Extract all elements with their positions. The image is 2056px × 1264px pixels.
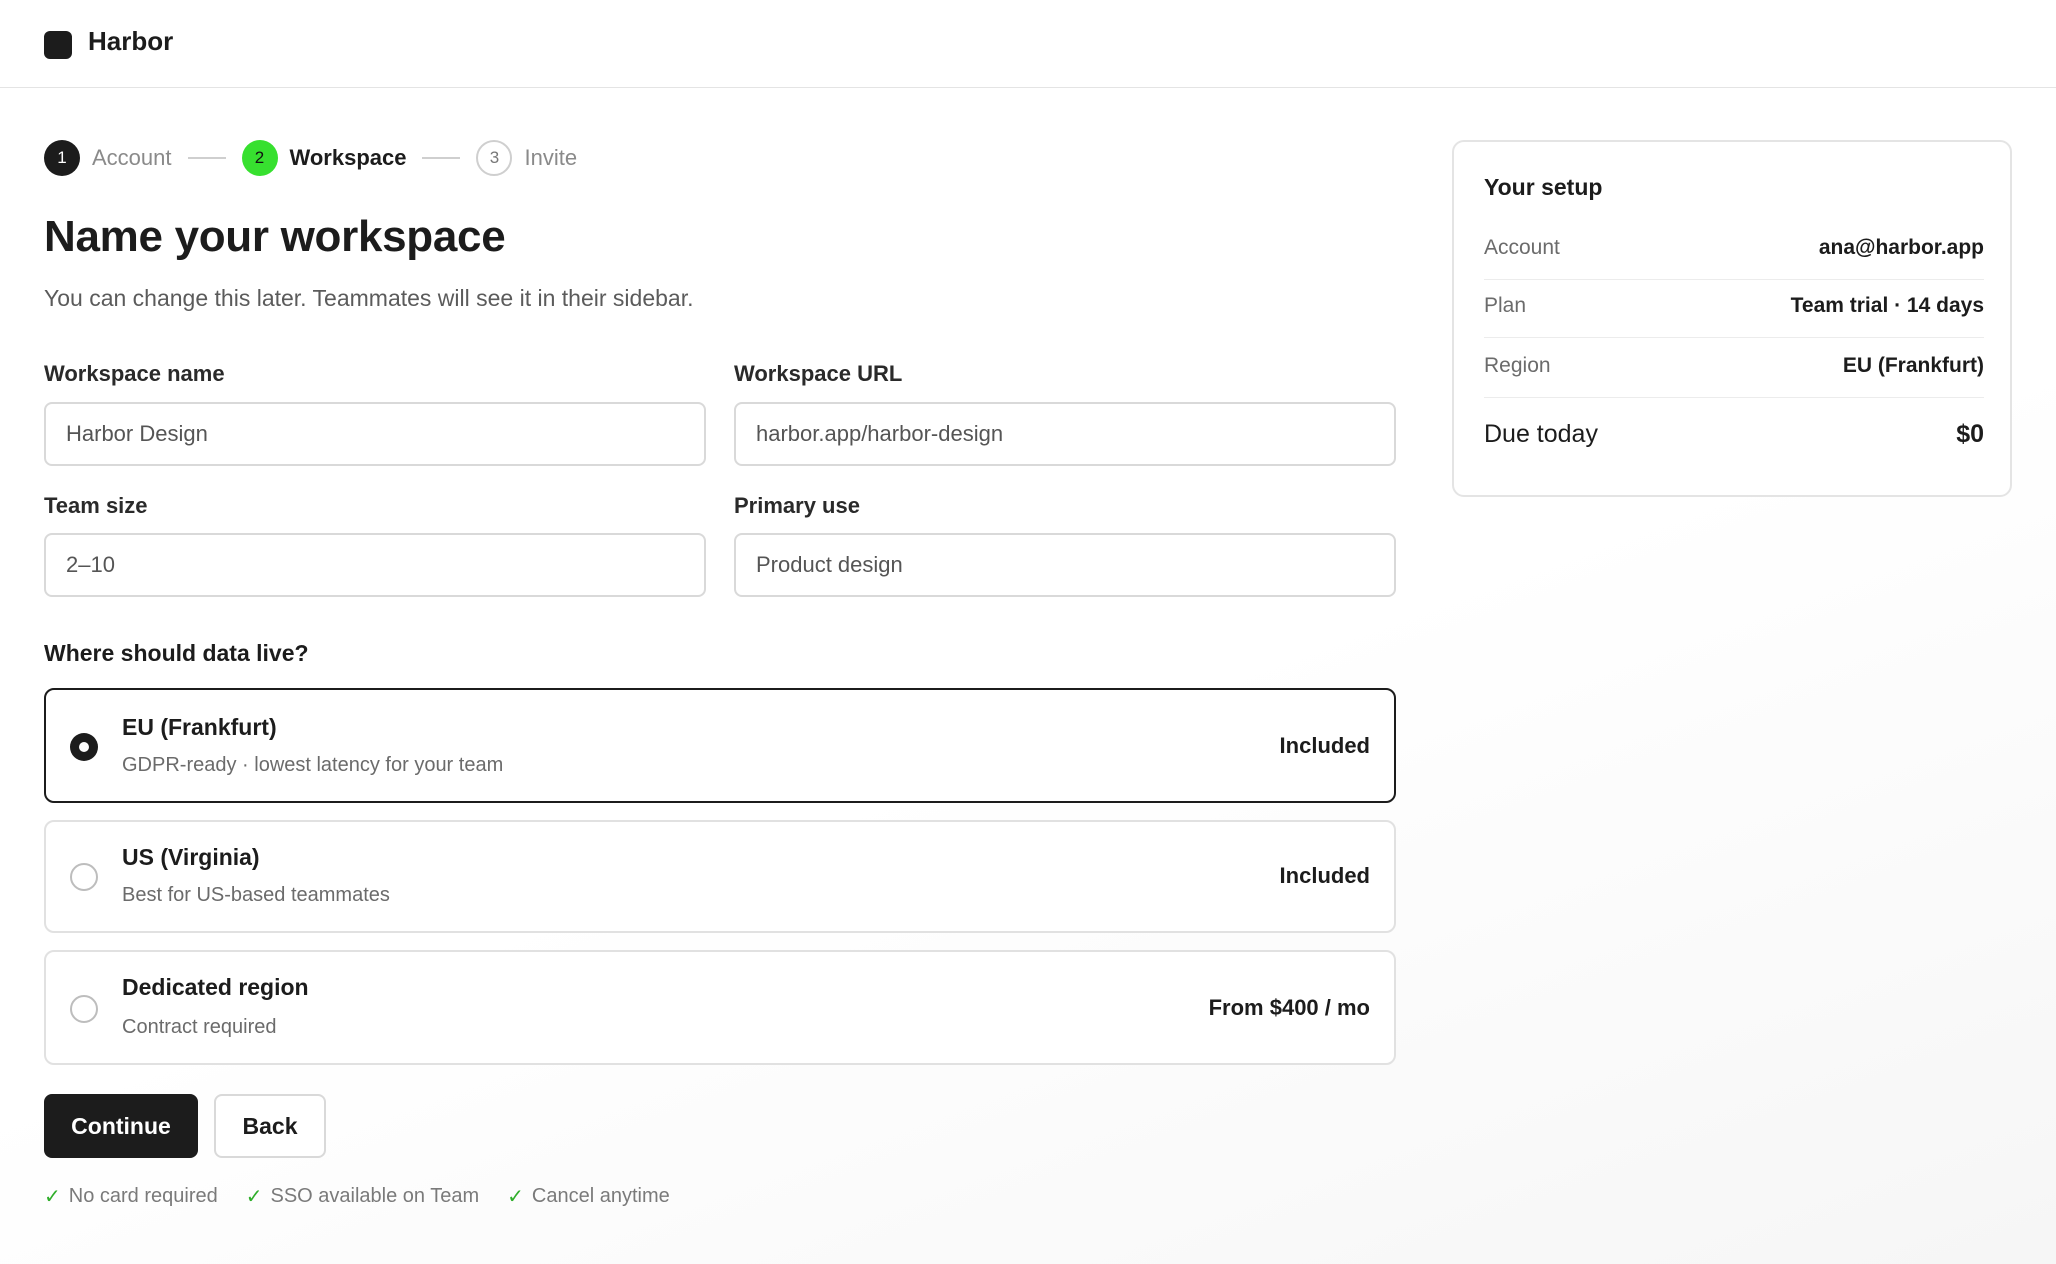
option-description: Contract required (122, 1016, 277, 1038)
perks-list: ✓ No card required ✓ SSO available on Te… (44, 1184, 698, 1209)
workspace-name-label: Workspace name (44, 361, 225, 386)
workspace-url-label: Workspace URL (734, 361, 903, 386)
option-price: Included (1279, 733, 1370, 758)
setup-summary-card: Your setup Account ana@harbor.app Plan T… (1452, 140, 2012, 497)
summary-value: Team trial · 14 days (1790, 294, 1984, 317)
perk-label: SSO available on Team (270, 1185, 480, 1207)
due-label: Due today (1484, 420, 1598, 448)
step-connector (422, 157, 461, 159)
step-connector (187, 157, 226, 159)
primary-use-label: Primary use (734, 493, 860, 518)
step-number: 1 (44, 140, 80, 176)
summary-row-account: Account ana@harbor.app (1484, 222, 1984, 280)
summary-title: Your setup (1484, 174, 1603, 200)
step-workspace: 2 Workspace (241, 140, 407, 176)
perk-item: ✓ Cancel anytime (507, 1184, 670, 1209)
perk-label: Cancel anytime (531, 1185, 670, 1207)
check-icon: ✓ (44, 1186, 61, 1208)
top-bar: Harbor (0, 0, 2056, 88)
option-price: Included (1279, 863, 1370, 888)
option-description: Best for US-based teammates (122, 884, 390, 906)
summary-row-region: Region EU (Frankfurt) (1484, 340, 1984, 398)
summary-key: Region (1484, 354, 1551, 377)
region-option-us[interactable]: US (Virginia) Best for US-based teammate… (44, 820, 1396, 933)
due-value: $0 (1956, 420, 1984, 448)
option-title: US (Virginia) (122, 844, 260, 870)
summary-value: ana@harbor.app (1818, 236, 1984, 259)
page-title: Name your workspace (44, 212, 506, 261)
step-label: Invite (524, 145, 578, 170)
primary-use-input[interactable] (734, 533, 1396, 597)
continue-button[interactable]: Continue (44, 1094, 198, 1158)
perk-item: ✓ SSO available on Team (246, 1184, 479, 1209)
summary-row-plan: Plan Team trial · 14 days (1484, 280, 1984, 338)
step-number: 3 (476, 140, 513, 176)
step-label: Workspace (289, 145, 407, 170)
check-icon: ✓ (507, 1186, 524, 1208)
summary-key: Plan (1484, 294, 1527, 317)
team-size-label: Team size (44, 493, 148, 518)
workspace-url-input[interactable] (734, 402, 1396, 466)
summary-key: Account (1484, 236, 1560, 259)
option-description: GDPR-ready · lowest latency for your tea… (122, 754, 504, 776)
radio-unselected-icon[interactable] (70, 863, 98, 891)
perk-label: No card required (68, 1185, 218, 1207)
summary-value: EU (Frankfurt) (1842, 354, 1984, 377)
back-button[interactable]: Back (214, 1094, 326, 1158)
team-size-input[interactable] (44, 533, 706, 597)
option-price: From $400 / mo (1208, 995, 1370, 1020)
region-section-label: Where should data live? (44, 640, 309, 666)
app-name: Harbor (88, 26, 174, 56)
radio-unselected-icon[interactable] (70, 995, 98, 1023)
radio-selected-icon[interactable] (70, 733, 98, 761)
progress-stepper: 1 Account 2 Workspace 3 Invite (44, 139, 577, 177)
region-option-eu[interactable]: EU (Frankfurt) GDPR-ready · lowest laten… (44, 688, 1396, 803)
step-invite: 3 Invite (476, 140, 577, 176)
perk-item: ✓ No card required (44, 1184, 218, 1209)
workspace-name-input[interactable] (44, 402, 706, 466)
region-option-dedicated[interactable]: Dedicated region Contract required From … (44, 950, 1396, 1065)
step-label: Account (92, 145, 172, 170)
step-number: 2 (241, 140, 278, 176)
option-title: Dedicated region (122, 974, 309, 1000)
option-title: EU (Frankfurt) (122, 714, 277, 740)
harbor-logo-icon (44, 31, 72, 59)
page-subtitle: You can change this later. Teammates wil… (44, 285, 694, 311)
step-account[interactable]: 1 Account (44, 140, 172, 176)
check-icon: ✓ (245, 1186, 263, 1208)
